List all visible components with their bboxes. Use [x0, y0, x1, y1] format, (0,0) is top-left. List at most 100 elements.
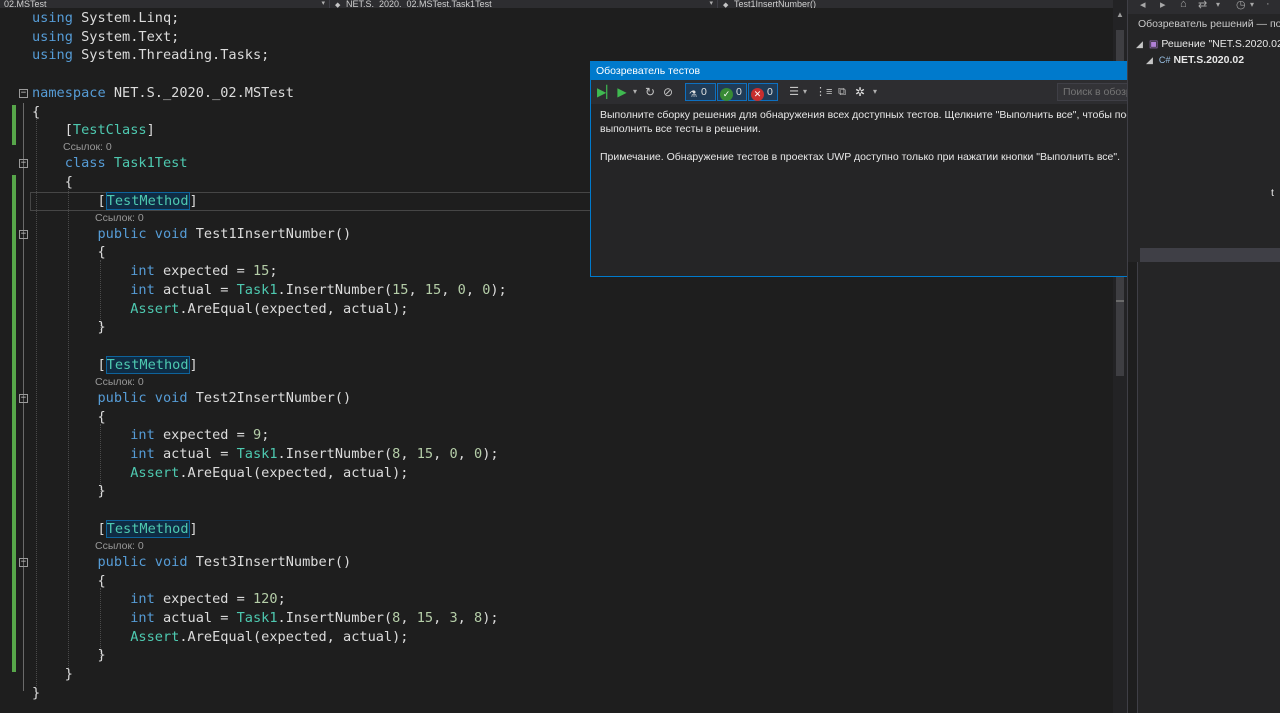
chevron-down-icon[interactable]: ▾	[633, 84, 637, 100]
group-by-icon[interactable]: ⋮≡	[815, 84, 832, 100]
codelens-references[interactable]: Ссылок: 0	[63, 141, 112, 153]
code-token: expected =	[154, 591, 253, 607]
code-line[interactable]: [TestMethod]	[32, 520, 198, 539]
code-line[interactable]: Assert.AreEqual(expected, actual);	[32, 464, 408, 483]
history-icon[interactable]: ◷	[1236, 0, 1246, 11]
code-line[interactable]: }	[32, 684, 40, 703]
code-line[interactable]: class Task1Test	[32, 154, 188, 173]
code-token: TestClass	[72, 122, 147, 138]
repeat-last-run-icon[interactable]: ↻	[643, 84, 657, 100]
scroll-up-icon[interactable]: ▲	[1115, 10, 1125, 22]
code-line[interactable]: int actual = Task1.InsertNumber(8, 15, 0…	[32, 445, 498, 464]
tree-item-project[interactable]: ◢ C# NET.S.2020.02	[1146, 52, 1244, 68]
code-line[interactable]: }	[32, 482, 105, 501]
code-line[interactable]: public void Test1InsertNumber()	[32, 225, 351, 244]
back-icon[interactable]: ◂	[1140, 0, 1146, 11]
chevron-down-icon[interactable]: ▾	[873, 84, 877, 100]
selected-tree-item[interactable]	[1140, 248, 1280, 262]
collapse-namespace-toggle[interactable]: −	[19, 89, 28, 98]
collapse-class-toggle[interactable]: −	[19, 159, 28, 168]
code-line[interactable]: [TestMethod]	[32, 356, 198, 375]
code-line[interactable]: {	[32, 173, 73, 192]
code-line[interactable]: using System.Threading.Tasks;	[32, 46, 269, 65]
collapse-method-toggle[interactable]: −	[19, 394, 28, 403]
code-line[interactable]: }	[32, 318, 105, 337]
collapse-method-toggle[interactable]: −	[19, 558, 28, 567]
code-token: ,	[433, 446, 450, 462]
code-token: using	[32, 47, 73, 63]
collapse-method-toggle[interactable]: −	[19, 230, 28, 239]
code-line[interactable]: Assert.AreEqual(expected, actual);	[32, 300, 408, 319]
chevron-down-icon[interactable]: ▾	[1250, 0, 1254, 9]
solution-explorer-scrollbar[interactable]	[1128, 262, 1138, 713]
tree-item-solution[interactable]: ◢ ▣ Решение "NET.S.2020.02" (	[1136, 36, 1280, 52]
collapse-icon[interactable]: ◢	[1146, 55, 1153, 65]
code-token: using	[32, 10, 73, 26]
code-line[interactable]: int expected = 120;	[32, 590, 286, 609]
code-line[interactable]: int actual = Task1.InsertNumber(8, 15, 3…	[32, 609, 498, 628]
code-line[interactable]: public void Test3InsertNumber()	[32, 553, 351, 572]
code-line[interactable]: int expected = 9;	[32, 426, 269, 445]
code-token: }	[32, 647, 106, 663]
code-token: 0	[457, 282, 466, 298]
code-line[interactable]: int expected = 15;	[32, 262, 277, 281]
code-token: ]	[189, 521, 198, 537]
run-icon[interactable]: ▶	[615, 84, 629, 100]
solution-search-box[interactable]: Обозреватель решений — пои	[1138, 16, 1280, 32]
codelens-references[interactable]: Ссылок: 0	[95, 540, 144, 552]
cancel-run-icon[interactable]: ⊘	[661, 84, 675, 100]
code-token: int	[130, 427, 155, 443]
code-line[interactable]: using System.Linq;	[32, 9, 179, 28]
code-token: .InsertNumber(	[277, 610, 393, 626]
copy-icon[interactable]: ⧉	[835, 84, 849, 100]
code-line[interactable]: [TestMethod]	[32, 192, 198, 211]
chevron-down-icon[interactable]: ▾	[803, 84, 807, 100]
code-line[interactable]: }	[32, 665, 73, 684]
code-token: actual =	[154, 610, 237, 626]
playlist-icon[interactable]: ☰	[787, 84, 801, 100]
code-line[interactable]: namespace NET.S._2020._02.MSTest	[32, 84, 294, 103]
tree-item-label: Решение "NET.S.2020.02" (	[1161, 38, 1280, 50]
failed-tests-counter[interactable]: ✕ 0	[748, 83, 778, 101]
code-token: .AreEqual(expected, actual);	[179, 465, 409, 481]
codelens-references[interactable]: Ссылок: 0	[95, 376, 144, 388]
code-line[interactable]: {	[32, 408, 105, 427]
code-token: int	[130, 591, 155, 607]
type-dropdown[interactable]: ◆ NET.S._2020._02.MSTest.Task1Test ▾	[331, 0, 718, 8]
code-line[interactable]: {	[32, 103, 40, 122]
forward-icon[interactable]: ▸	[1160, 0, 1166, 11]
more-icon[interactable]: ·	[1266, 0, 1270, 10]
home-icon[interactable]: ⌂	[1180, 0, 1187, 10]
code-line[interactable]: }	[32, 646, 106, 665]
total-tests-counter[interactable]: ⚗ 0	[685, 83, 716, 101]
code-line[interactable]: Assert.AreEqual(expected, actual);	[32, 628, 408, 647]
run-all-icon[interactable]: ▶▏	[597, 84, 615, 100]
code-token: 15	[416, 446, 434, 462]
code-token: ,	[408, 282, 425, 298]
codelens-references[interactable]: Ссылок: 0	[95, 212, 144, 224]
code-token: Test1InsertNumber()	[187, 226, 352, 242]
code-line[interactable]: {	[32, 243, 105, 262]
project-dropdown[interactable]: 02.MSTest ▾	[0, 0, 330, 8]
code-line[interactable]: public void Test2InsertNumber()	[32, 389, 351, 408]
member-dropdown[interactable]: ◆Test1InsertNumber() ▾	[719, 0, 1127, 8]
chevron-down-icon[interactable]: ▾	[1216, 0, 1220, 9]
settings-icon[interactable]: ✲	[853, 84, 867, 100]
sync-icon[interactable]: ⇄	[1198, 0, 1207, 11]
code-token: [	[32, 122, 73, 138]
code-line[interactable]: {	[32, 572, 105, 591]
collapse-icon[interactable]: ◢	[1136, 39, 1143, 49]
code-token: 9	[253, 427, 262, 443]
tree-item-partial[interactable]: t	[1271, 185, 1274, 201]
code-token: ,	[400, 446, 417, 462]
code-line[interactable]: using System.Text;	[32, 28, 179, 47]
code-token: 0	[449, 446, 458, 462]
code-line[interactable]: [TestClass]	[32, 121, 155, 140]
passed-tests-counter[interactable]: ✓ 0	[717, 83, 747, 101]
flask-icon: ⚗	[688, 89, 698, 99]
code-line[interactable]: int actual = Task1.InsertNumber(15, 15, …	[32, 281, 507, 300]
